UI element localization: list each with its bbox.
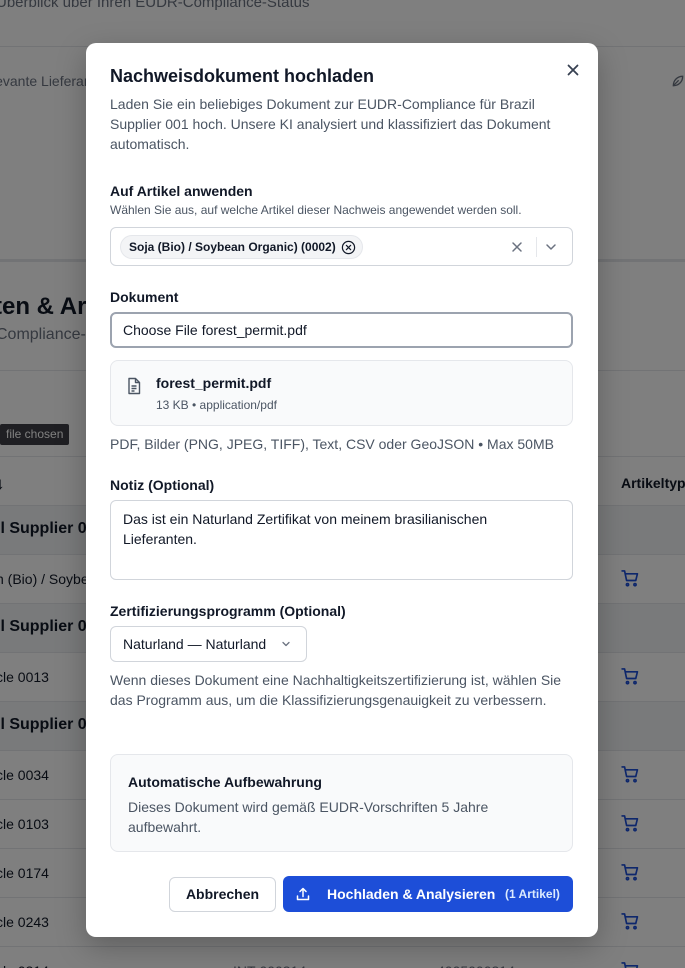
certification-program-select[interactable]: Naturland — Naturland bbox=[110, 626, 307, 662]
file-name: forest_permit.pdf bbox=[156, 375, 272, 391]
chevron-down-icon bbox=[282, 641, 290, 647]
chosen-file-name: forest_permit.pdf bbox=[201, 322, 307, 338]
retention-title: Automatische Aufbewahrung bbox=[128, 774, 322, 790]
upload-icon bbox=[296, 887, 310, 901]
note-textarea[interactable]: Das ist ein Naturland Zertifikat von mei… bbox=[110, 500, 573, 580]
chevron-down-icon[interactable] bbox=[543, 239, 559, 255]
upload-analyze-button[interactable]: Hochladen & Analysieren (1 Artikel) bbox=[283, 876, 573, 912]
certification-program-help: Wenn dieses Dokument eine Nachhaltigkeit… bbox=[110, 672, 562, 708]
retention-text: Dieses Dokument wird gemäß EUDR-Vorschri… bbox=[128, 799, 489, 835]
choose-file-button[interactable]: Choose File bbox=[123, 322, 198, 338]
document-icon bbox=[128, 377, 141, 395]
note-label: Notiz (Optional) bbox=[110, 477, 215, 493]
document-label: Dokument bbox=[110, 289, 179, 305]
clear-icon[interactable] bbox=[509, 239, 525, 255]
remove-chip-icon[interactable] bbox=[341, 240, 356, 255]
dialog-title: Nachweisdokument hochladen bbox=[110, 66, 375, 86]
chip-label: Soja (Bio) / Soybean Organic) (0002) bbox=[129, 240, 336, 254]
selected-article-count: (1 Artikel) bbox=[505, 887, 560, 901]
select-separator bbox=[536, 237, 537, 257]
selected-article-chip: Soja (Bio) / Soybean Organic) (0002) bbox=[120, 235, 363, 259]
file-meta: 13 KB • application/pdf bbox=[156, 398, 277, 412]
file-input[interactable]: Choose File forest_permit.pdf bbox=[110, 312, 573, 348]
apply-to-articles-hint: Wählen Sie aus, auf welche Artikel diese… bbox=[110, 203, 522, 217]
certification-program-label: Zertifizierungsprogramm (Optional) bbox=[110, 603, 346, 619]
close-icon[interactable] bbox=[563, 60, 583, 80]
article-multi-select[interactable]: Soja (Bio) / Soybean Organic) (0002) bbox=[110, 227, 573, 266]
upload-dialog: Nachweisdokument hochladen Laden Sie ein… bbox=[86, 43, 598, 937]
cancel-button[interactable]: Abbrechen bbox=[169, 877, 276, 912]
selected-file-card: forest_permit.pdf 13 KB • application/pd… bbox=[110, 360, 573, 426]
dialog-description: Laden Sie ein beliebiges Dokument zur EU… bbox=[110, 96, 551, 152]
allowed-formats-hint: PDF, Bilder (PNG, JPEG, TIFF), Text, CSV… bbox=[110, 436, 554, 452]
upload-label: Hochladen & Analysieren bbox=[327, 886, 496, 902]
apply-to-articles-label: Auf Artikel anwenden bbox=[110, 183, 253, 199]
retention-info-box: Automatische Aufbewahrung Dieses Dokumen… bbox=[110, 754, 573, 852]
selected-program: Naturland — Naturland bbox=[123, 636, 267, 652]
